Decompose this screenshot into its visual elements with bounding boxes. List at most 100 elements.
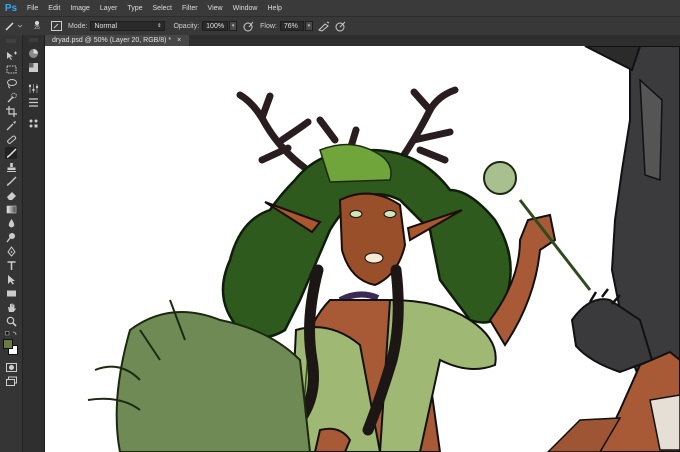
- close-tab-icon[interactable]: ×: [177, 37, 181, 44]
- zoom-tool[interactable]: [5, 315, 17, 327]
- clone-stamp-icon: [6, 162, 16, 172]
- quick-select-tool[interactable]: [5, 91, 17, 103]
- path-selection-tool[interactable]: [5, 273, 17, 285]
- menu-layer[interactable]: Layer: [95, 5, 123, 12]
- document-tab[interactable]: dryad.psd @ 50% (Layer 20, RGB/8) * ×: [44, 35, 190, 46]
- mode-select[interactable]: Normal ⇕: [90, 21, 166, 31]
- quick-select-icon: [7, 92, 17, 102]
- crop-icon: [5, 105, 17, 117]
- menu-image[interactable]: Image: [65, 5, 94, 12]
- reset-colors-toggle[interactable]: [5, 331, 17, 337]
- swatches-panel-button[interactable]: [28, 62, 39, 73]
- pressure-opacity-toggle[interactable]: [242, 20, 254, 32]
- document-tab-strip: dryad.psd @ 50% (Layer 20, RGB/8) * ×: [44, 35, 680, 46]
- dark-figure: [546, 46, 680, 452]
- menu-edit[interactable]: Edit: [43, 5, 65, 12]
- lasso-tool[interactable]: [5, 77, 17, 89]
- flow-value: 76%: [283, 22, 298, 30]
- pen-icon: [6, 245, 16, 257]
- dodge-icon: [5, 232, 15, 242]
- brush-tool[interactable]: [5, 147, 17, 159]
- adjustments-icon: [28, 84, 39, 93]
- menu-type[interactable]: Type: [122, 5, 147, 12]
- color-swatches: [3, 339, 19, 355]
- zoom-icon: [6, 316, 17, 327]
- opacity-slider-toggle[interactable]: ▾: [229, 21, 238, 31]
- properties-icon: [29, 98, 38, 107]
- menu-bar: Ps File Edit Image Layer Type Select Fil…: [0, 0, 680, 16]
- pressure-size-icon: [335, 21, 346, 31]
- caret-down-icon: ▾: [307, 23, 311, 29]
- hand-icon: [7, 303, 16, 312]
- eyedropper-icon: [6, 120, 16, 130]
- screen-mode-toggle[interactable]: [5, 375, 17, 387]
- move-icon: [6, 51, 17, 60]
- gradient-tool[interactable]: [5, 203, 17, 215]
- flow-slider-toggle[interactable]: ▾: [304, 21, 313, 31]
- type-icon: [7, 260, 15, 270]
- history-brush-tool[interactable]: [5, 175, 17, 187]
- path-select-icon: [7, 274, 15, 284]
- properties-panel-button[interactable]: [28, 97, 39, 108]
- pressure-opacity-icon: [243, 21, 254, 31]
- hand-tool[interactable]: [5, 301, 17, 313]
- blur-tool[interactable]: [5, 217, 17, 229]
- brush-icon: [5, 22, 23, 31]
- menu-file[interactable]: File: [22, 5, 43, 12]
- brush-size-value: 25: [34, 25, 40, 31]
- dodge-tool[interactable]: [5, 231, 17, 243]
- swatches-icon: [29, 63, 38, 72]
- marquee-icon: [6, 65, 16, 73]
- panel-grip-icon[interactable]: [28, 38, 39, 42]
- brush-icon: [6, 147, 17, 158]
- rectangle-icon: [6, 290, 16, 296]
- crop-tool[interactable]: [5, 105, 17, 117]
- healing-icon: [6, 135, 16, 144]
- move-tool[interactable]: [5, 49, 17, 61]
- flower-head: [483, 161, 517, 195]
- history-brush-icon: [6, 176, 16, 186]
- lasso-icon: [6, 78, 17, 88]
- rectangle-tool[interactable]: [5, 287, 17, 299]
- foreground-color-swatch[interactable]: [3, 339, 13, 349]
- marquee-tool[interactable]: [5, 63, 17, 75]
- healing-brush-tool[interactable]: [5, 133, 17, 145]
- pressure-size-toggle[interactable]: [335, 20, 347, 32]
- flow-input[interactable]: 76%: [279, 21, 304, 31]
- opacity-input[interactable]: 100%: [202, 21, 229, 31]
- airbrush-icon: [317, 21, 330, 32]
- opacity-value: 100%: [206, 22, 225, 30]
- brush-panel-icon: [50, 21, 62, 31]
- panel-grip-icon[interactable]: [5, 39, 17, 43]
- pen-tool[interactable]: [5, 245, 17, 257]
- default-colors-icon: [5, 331, 17, 336]
- eraser-tool[interactable]: [5, 189, 17, 201]
- menu-select[interactable]: Select: [148, 5, 177, 12]
- menu-filter[interactable]: Filter: [177, 5, 203, 12]
- clone-stamp-tool[interactable]: [5, 161, 17, 173]
- document-canvas[interactable]: [45, 46, 680, 452]
- quick-mask-toggle[interactable]: [5, 361, 17, 373]
- airbrush-toggle[interactable]: [317, 20, 330, 32]
- screen-mode-icon: [5, 376, 17, 386]
- brush-panel-toggle[interactable]: [50, 20, 62, 32]
- brush-preset-picker[interactable]: 25: [28, 20, 46, 32]
- flow-label: Flow:: [260, 22, 277, 30]
- menu-view[interactable]: View: [203, 5, 228, 12]
- blur-icon: [8, 218, 14, 227]
- right-eye: [383, 210, 397, 218]
- photoshop-logo: Ps: [4, 2, 18, 14]
- brush-presets-panel-button[interactable]: [28, 118, 39, 129]
- mouth: [364, 252, 384, 264]
- menu-help[interactable]: Help: [263, 5, 287, 12]
- gradient-icon: [6, 205, 16, 213]
- opacity-label: Opacity:: [173, 22, 200, 30]
- menu-window[interactable]: Window: [228, 5, 263, 12]
- type-tool[interactable]: [5, 259, 17, 271]
- select-arrows-icon: ⇕: [157, 23, 162, 29]
- color-panel-button[interactable]: [28, 48, 39, 59]
- tool-preset-picker[interactable]: [4, 20, 24, 32]
- adjustments-panel-button[interactable]: [28, 83, 39, 94]
- eyedropper-tool[interactable]: [5, 119, 17, 131]
- mode-value: Normal: [94, 22, 118, 30]
